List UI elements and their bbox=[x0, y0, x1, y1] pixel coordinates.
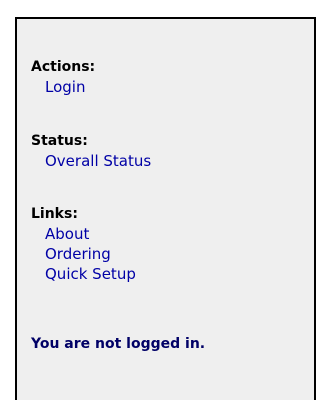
links-section: Links: About Ordering Quick Setup bbox=[31, 204, 136, 284]
overall-status-link[interactable]: Overall Status bbox=[31, 151, 151, 171]
status-heading: Status: bbox=[31, 133, 88, 149]
login-status-message: You are not logged in. bbox=[31, 336, 206, 352]
login-link[interactable]: Login bbox=[31, 77, 95, 97]
actions-heading: Actions: bbox=[31, 59, 96, 75]
status-section: Status: Overall Status bbox=[31, 131, 151, 171]
links-heading: Links: bbox=[31, 206, 78, 222]
quick-setup-link[interactable]: Quick Setup bbox=[31, 264, 136, 284]
sidebar-panel: Actions: Login Status: Overall Status Li… bbox=[15, 17, 316, 400]
actions-section: Actions: Login bbox=[31, 57, 95, 97]
about-link[interactable]: About bbox=[31, 224, 136, 244]
ordering-link[interactable]: Ordering bbox=[31, 244, 136, 264]
